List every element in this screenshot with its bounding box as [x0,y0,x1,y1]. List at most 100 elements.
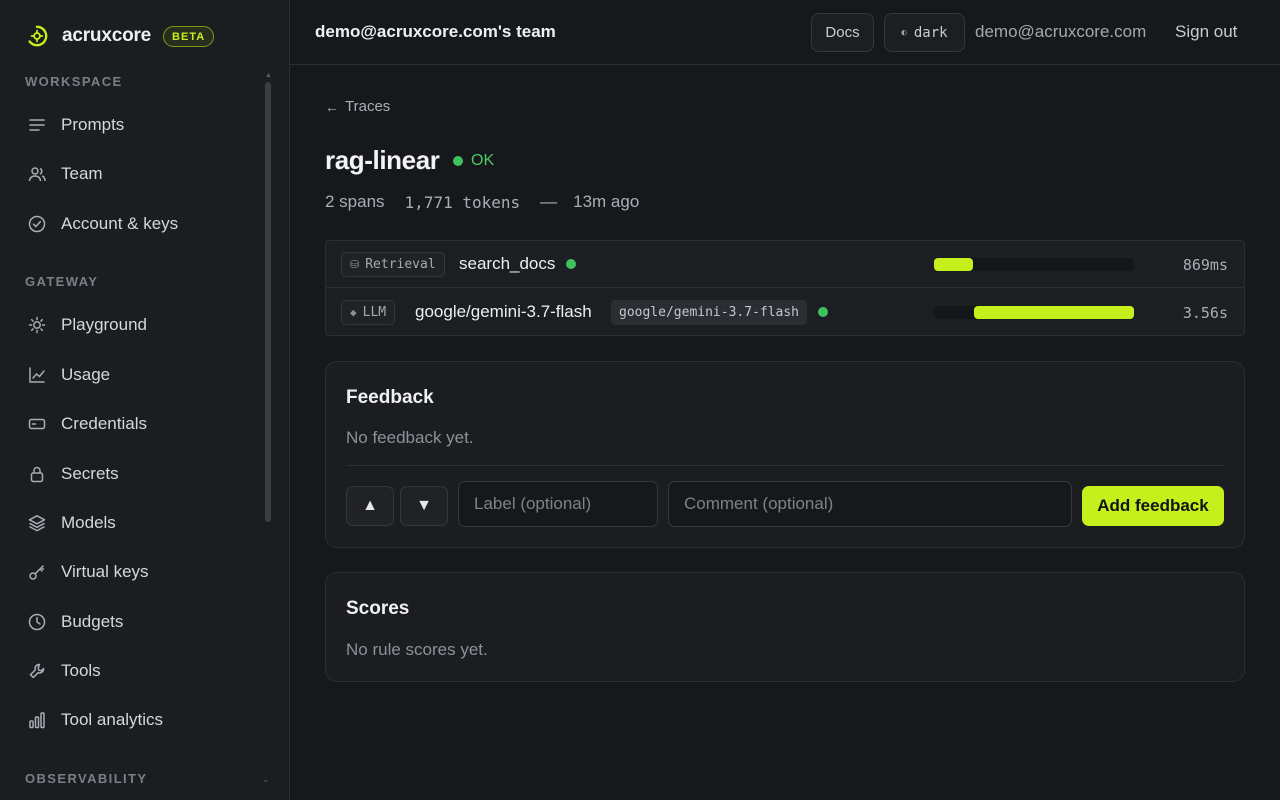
sidebar-item-label: Credentials [61,414,147,433]
sidebar-item-virtual-keys[interactable]: Virtual keys [14,552,260,592]
check-circle-icon [28,215,46,233]
scroll-up-icon[interactable]: ▲ [265,72,272,79]
trace-title: rag-linear [325,145,440,175]
span-duration: 869ms [1182,256,1228,274]
team-title: demo@acruxcore.com's team [315,22,556,41]
add-feedback-button[interactable]: Add feedback [1082,486,1224,526]
span-row[interactable]: ◆ LLM google/gemini-3.7-flash google/gem… [326,289,1244,336]
bar-chart-icon [28,711,46,729]
span-count: 2 spans [325,192,385,211]
sidebar-item-budgets[interactable]: Budgets [14,602,260,642]
half-moon-icon: ◐ [901,27,907,38]
sidebar-item-tool-analytics[interactable]: Tool analytics [14,700,260,740]
brand[interactable]: acruxcore BETA [26,22,215,50]
thumbs-down-button[interactable]: ▼ [400,486,448,526]
span-duration: 3.56s [1182,304,1228,322]
status-label: OK [471,152,495,169]
span-timeline-track [934,306,1134,319]
sidebar: acruxcore BETA ▲ ⌄ WORKSPACE Prompts Tea… [0,0,290,800]
sidebar-item-label: Secrets [61,464,119,483]
scores-empty-text: No rule scores yet. [346,640,488,659]
clock-icon [28,613,46,631]
span-kind-label: Retrieval [365,257,436,272]
sidebar-item-account-keys[interactable]: Account & keys [14,204,260,244]
span-timeline-bar [934,258,973,271]
section-title-observability: OBSERVABILITY [25,771,148,786]
brand-name: acruxcore [62,25,152,46]
span-kind-badge: ⛁ Retrieval [341,252,445,277]
trace-age: 13m ago [573,192,640,211]
divider [346,465,1224,466]
sidebar-item-secrets[interactable]: Secrets [14,454,260,494]
theme-toggle-button[interactable]: ◐ dark [884,13,965,52]
beta-badge: BETA [163,25,215,47]
lines-icon [28,116,46,134]
sidebar-item-label: Prompts [61,115,125,134]
line-chart-icon [28,366,46,384]
back-label: Traces [345,98,391,115]
sidebar-item-label: Virtual keys [61,562,149,581]
layers-icon [28,514,46,532]
sign-out-button[interactable]: Sign out [1175,22,1237,42]
feedback-title: Feedback [346,387,434,408]
span-status-dot [566,259,576,269]
logo-icon [28,25,48,47]
section-title-gateway: GATEWAY [25,274,99,289]
diamond-icon: ◆ [350,306,357,319]
key-icon [28,563,46,581]
sidebar-item-label: Tool analytics [61,710,164,729]
feedback-card: Feedback No feedback yet. ▲ ▼ Add feedba… [325,361,1245,548]
database-icon: ⛁ [350,258,360,271]
span-timeline-bar [974,306,1134,319]
sidebar-item-tools[interactable]: Tools [14,651,260,691]
trace-meta: 2 spans 1,771 tokens — 13m ago [325,192,639,212]
triangle-down-icon: ▼ [416,497,432,514]
scroll-down-icon[interactable]: ⌄ [262,774,270,785]
token-count: 1,771 tokens [404,192,521,212]
sidebar-item-models[interactable]: Models [14,503,260,543]
sidebar-item-label: Usage [61,365,111,384]
span-status-dot [818,307,828,317]
sidebar-item-team[interactable]: Team [14,154,260,194]
span-waterfall: ⛁ Retrieval search_docs 869ms ◆ LLM goog… [325,240,1245,336]
status-dot [453,156,463,166]
sidebar-item-label: Account & keys [61,214,179,233]
sidebar-item-label: Tools [61,661,101,680]
span-kind-label: LLM [362,305,387,320]
user-email[interactable]: demo@acruxcore.com [975,22,1146,42]
span-row[interactable]: ⛁ Retrieval search_docs 869ms [326,241,1244,288]
feedback-label-input[interactable] [458,481,658,527]
scores-card: Scores No rule scores yet. [325,572,1245,682]
docs-label: Docs [825,24,860,41]
sidebar-item-credentials[interactable]: Credentials [14,404,260,444]
span-name: google/gemini-3.7-flash [415,302,592,321]
model-tag: google/gemini-3.7-flash [611,300,808,325]
users-icon [28,165,46,183]
sidebar-item-usage[interactable]: Usage [14,355,260,395]
wrench-icon [28,662,46,680]
sun-icon [28,316,46,334]
sidebar-item-playground[interactable]: Playground [14,305,260,345]
meta-separator: — [540,192,558,211]
sidebar-item-label: Team [61,164,103,183]
scores-title: Scores [346,598,410,619]
back-to-traces-link[interactable]: ← Traces [325,98,390,115]
span-name: search_docs [459,254,556,273]
sidebar-item-label: Models [61,513,116,532]
feedback-comment-input[interactable] [668,481,1072,527]
docs-button[interactable]: Docs [811,13,874,52]
thumbs-up-button[interactable]: ▲ [346,486,394,526]
lock-icon [28,465,46,483]
theme-label: dark [913,24,948,41]
sidebar-item-label: Playground [61,315,148,334]
sidebar-item-label: Budgets [61,612,124,631]
sidebar-scrollbar[interactable] [265,82,271,522]
section-title-workspace: WORKSPACE [25,74,123,89]
triangle-up-icon: ▲ [362,497,378,514]
feedback-empty-text: No feedback yet. [346,428,474,447]
span-timeline-track [934,258,1134,271]
arrow-left-icon: ← [325,98,339,115]
sidebar-item-prompts[interactable]: Prompts [14,105,260,145]
top-bar: demo@acruxcore.com's team Docs ◐ dark de… [290,0,1280,65]
span-kind-badge: ◆ LLM [341,300,396,325]
